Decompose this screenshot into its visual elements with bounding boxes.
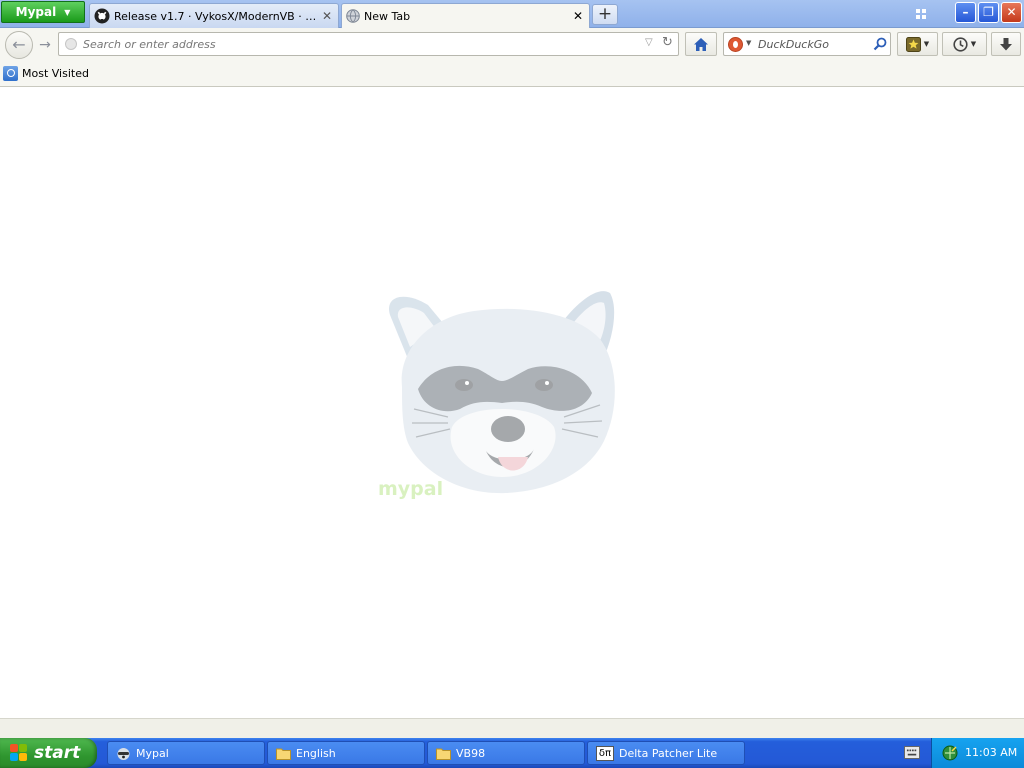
history-button[interactable]: ▼ <box>942 32 987 56</box>
taskbar-item-mypal[interactable]: Mypal <box>107 741 265 765</box>
system-tray: 11:03 AM <box>931 738 1024 768</box>
bookmarks-toolbar: Most Visited <box>0 62 1024 87</box>
chevron-down-icon: ▼ <box>970 40 977 48</box>
address-bar[interactable]: ▽ ↻ <box>58 32 679 56</box>
back-forward-group: ← → <box>5 31 57 59</box>
mypal-raccoon-logo: mypal <box>378 291 615 500</box>
url-history-dropdown-icon[interactable]: ▽ <box>645 37 653 48</box>
tab-new-tab[interactable]: New Tab ✕ <box>341 3 590 28</box>
keyboard-layout-icon[interactable] <box>904 746 920 759</box>
search-engine-dropdown-icon[interactable]: ▼ <box>746 39 751 47</box>
duckduckgo-icon[interactable] <box>728 37 743 52</box>
clock[interactable]: 11:03 AM <box>965 746 1017 759</box>
start-button[interactable]: start <box>0 738 97 768</box>
tab-close-icon[interactable]: ✕ <box>322 9 332 23</box>
search-bar[interactable]: ▼ <box>723 32 891 56</box>
home-button[interactable] <box>685 32 717 56</box>
task-label: English <box>296 746 336 760</box>
taskbar-item-vb98[interactable]: VB98 <box>427 741 585 765</box>
chevron-down-icon: ▼ <box>64 7 71 17</box>
delta-patcher-icon: δπ <box>596 745 614 761</box>
mypal-logo-text: mypal <box>378 478 443 500</box>
close-window-button[interactable]: ✕ <box>1001 2 1022 23</box>
address-input[interactable] <box>83 36 643 52</box>
raccoon-icon <box>116 746 131 761</box>
network-icon[interactable] <box>942 745 958 761</box>
restore-button[interactable]: ❐ <box>978 2 999 23</box>
new-tab-page: mypal <box>0 87 1024 718</box>
bookmarks-menu-button[interactable]: ▼ <box>897 32 938 56</box>
minimize-button[interactable]: – <box>955 2 976 23</box>
list-all-tabs-icon[interactable] <box>912 6 930 22</box>
app-menu-label: Mypal <box>15 5 57 19</box>
bookmark-most-visited[interactable]: Most Visited <box>3 66 89 81</box>
tab-github-release[interactable]: Release v1.7 · VykosX/ModernVB · GitHub … <box>89 3 339 28</box>
taskbar: start Mypal English VB98 δπ Delta Patche… <box>0 738 1024 768</box>
tab-label: New Tab <box>364 9 411 23</box>
history-clock-icon <box>953 36 968 52</box>
folder-icon <box>276 746 291 761</box>
globe-icon <box>346 9 360 23</box>
status-bar <box>0 718 1024 738</box>
task-label: Delta Patcher Lite <box>619 746 718 760</box>
downloads-button[interactable] <box>991 32 1021 56</box>
app-menu-button[interactable]: Mypal ▼ <box>1 1 85 23</box>
bookmark-label: Most Visited <box>22 67 89 80</box>
most-visited-icon <box>3 66 18 81</box>
forward-button[interactable]: → <box>35 36 55 54</box>
new-tab-button[interactable]: + <box>592 4 618 25</box>
reload-icon[interactable]: ↻ <box>662 35 673 50</box>
home-icon <box>694 37 708 51</box>
start-label: start <box>34 743 81 763</box>
search-icon[interactable] <box>872 36 888 52</box>
task-label: Mypal <box>136 746 169 760</box>
taskbar-item-delta-patcher[interactable]: δπ Delta Patcher Lite <box>587 741 745 765</box>
folder-icon <box>436 746 451 761</box>
tab-close-icon[interactable]: ✕ <box>573 9 583 23</box>
site-identity-icon[interactable] <box>65 38 77 50</box>
windows-logo-icon <box>10 744 28 762</box>
tab-label: Release v1.7 · VykosX/ModernVB · GitHub <box>114 9 318 23</box>
navigation-toolbar: ← → ▽ ↻ ▼ ▼ ▼ <box>0 28 1024 62</box>
download-arrow-icon <box>1000 37 1012 50</box>
bookmarks-star-icon <box>905 36 921 52</box>
search-input[interactable] <box>758 36 868 52</box>
github-icon <box>94 8 110 24</box>
chevron-down-icon: ▼ <box>923 40 930 48</box>
tab-strip: Mypal ▼ Release v1.7 · VykosX/ModernVB ·… <box>0 0 1024 28</box>
task-label: VB98 <box>456 746 486 760</box>
taskbar-item-english[interactable]: English <box>267 741 425 765</box>
back-button[interactable]: ← <box>5 31 33 59</box>
